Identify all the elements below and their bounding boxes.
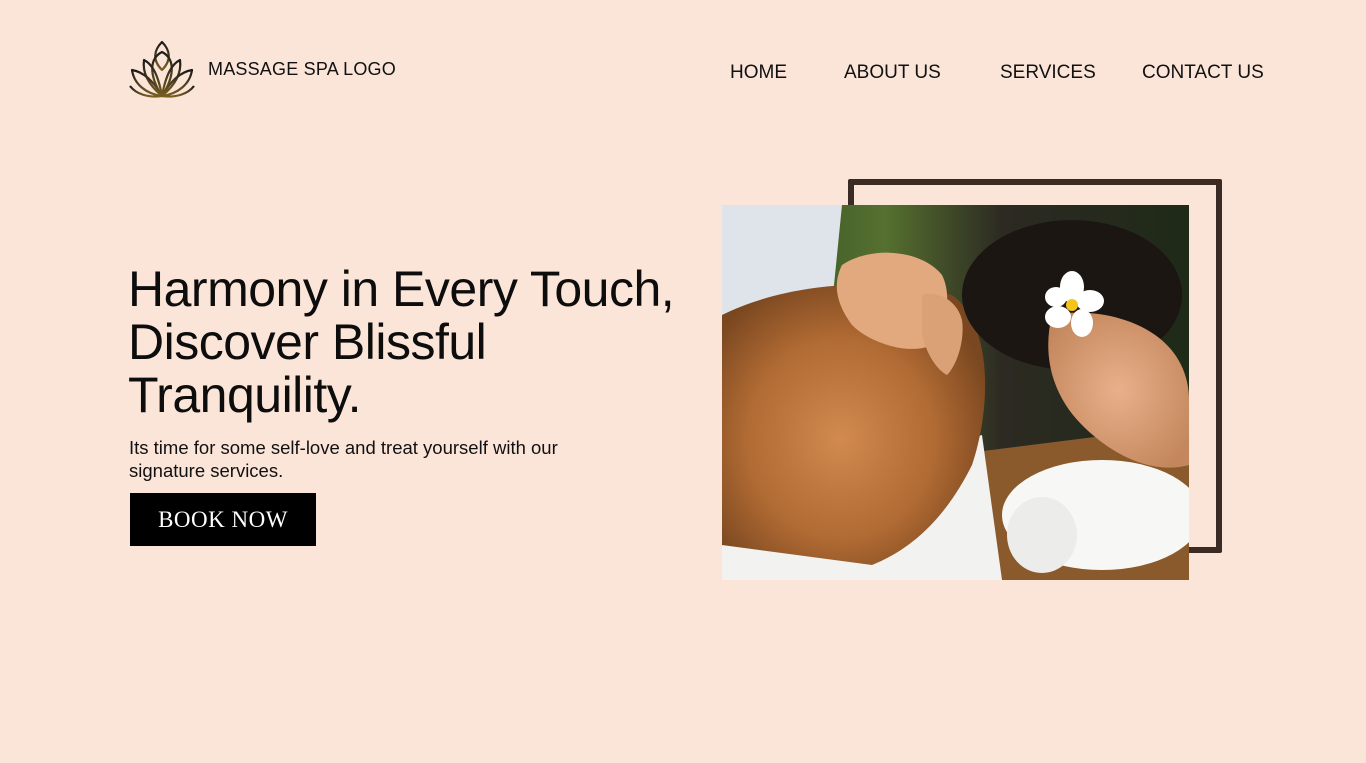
hero-headline: Harmony in Every Touch, Discover Blissfu… [128,261,675,423]
main-nav: HOME ABOUT US SERVICES CONTACT US [0,62,1366,86]
nav-item-about-us[interactable]: ABOUT US [844,62,941,84]
nav-item-contact-us[interactable]: CONTACT US [1142,62,1264,84]
nav-item-services[interactable]: SERVICES [1000,62,1096,84]
massage-photo [722,205,1189,580]
hero-subtext: Its time for some self-love and treat yo… [129,437,558,481]
nav-item-home[interactable]: HOME [730,62,787,84]
book-now-button[interactable]: BOOK NOW [130,493,316,546]
